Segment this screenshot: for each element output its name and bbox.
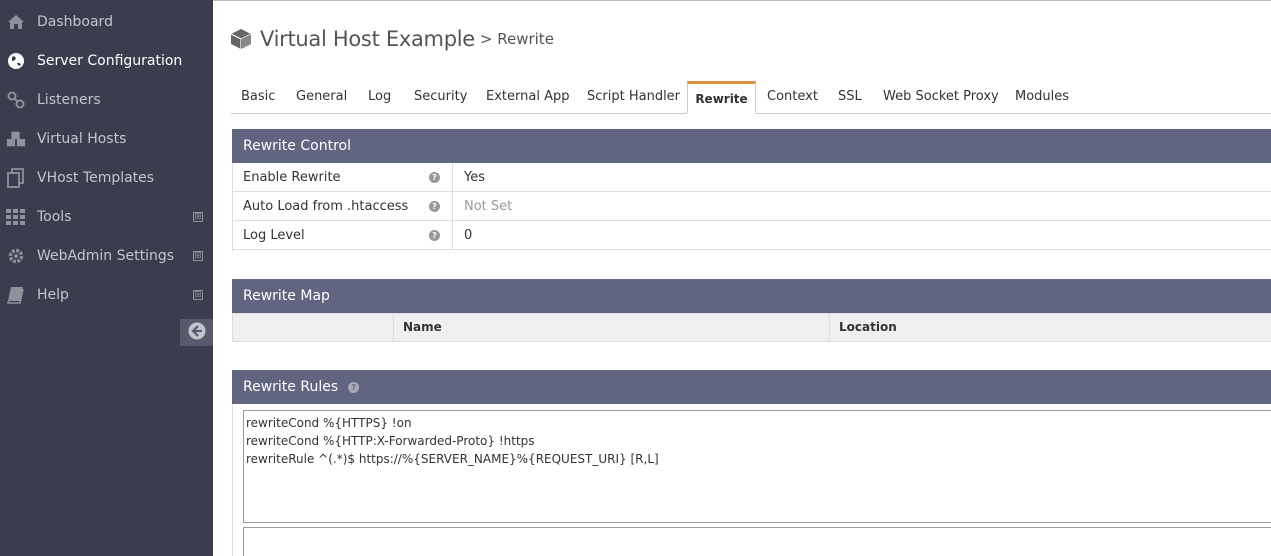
cube-icon (230, 28, 252, 50)
setting-label: Enable Rewrite (243, 170, 341, 185)
breadcrumb: > Rewrite (479, 30, 554, 48)
sidebar-item-dashboard[interactable]: Dashboard (0, 2, 213, 41)
help-icon[interactable]: ? (429, 230, 440, 241)
expand-icon[interactable]: ⊞ (193, 211, 203, 222)
sidebar-item-label: Virtual Hosts (37, 130, 127, 147)
column-header-name: Name (403, 320, 442, 334)
sidebar-item-label: Help (37, 286, 69, 303)
rewrite-rules-textarea[interactable]: rewriteCond %{HTTPS} !on rewriteCond %{H… (243, 410, 1271, 523)
tab-script-handler[interactable]: Script Handler (587, 81, 680, 113)
panel-title: Rewrite Map (243, 288, 330, 304)
cubes-icon (6, 129, 26, 149)
tab-context[interactable]: Context (767, 81, 818, 113)
tab-log[interactable]: Log (368, 81, 391, 113)
sidebar-item-server-configuration[interactable]: Server Configuration (0, 41, 213, 80)
help-icon[interactable]: ? (429, 172, 440, 183)
sidebar: Dashboard Server Configuration Listeners… (0, 0, 213, 556)
sidebar-item-label: Tools (37, 208, 72, 225)
tab-bar: Basic General Log Security External App … (231, 81, 1271, 114)
tab-general[interactable]: General (296, 81, 347, 113)
help-icon[interactable]: ? (348, 381, 360, 393)
top-border (213, 0, 1271, 1)
setting-row-enable-rewrite: Enable Rewrite ? Yes (233, 163, 1271, 192)
sidebar-collapse-button[interactable] (180, 319, 213, 346)
sidebar-item-vhost-templates[interactable]: VHost Templates (0, 158, 213, 197)
globe-icon (6, 51, 26, 71)
setting-label: Auto Load from .htaccess (243, 199, 409, 214)
copy-icon (6, 167, 26, 188)
sidebar-item-label: Server Configuration (37, 52, 183, 69)
sidebar-item-tools[interactable]: Tools ⊞ (0, 197, 213, 236)
rewrite-control-body: Enable Rewrite ? Yes Auto Load from .hta… (232, 163, 1271, 251)
rewrite-map-table-header: Name Location (232, 313, 1271, 342)
rewrite-control-header: Rewrite Control (232, 129, 1271, 163)
tab-external-app[interactable]: External App (486, 81, 569, 113)
expand-icon[interactable]: ⊞ (193, 289, 203, 300)
setting-label: Log Level (243, 228, 305, 243)
tab-modules[interactable]: Modules (1015, 81, 1069, 113)
book-icon (6, 285, 26, 305)
expand-icon[interactable]: ⊞ (193, 250, 203, 261)
panel-title: Rewrite Control (243, 138, 351, 154)
link-icon (6, 90, 26, 110)
page-title: Virtual Host Example > Rewrite (230, 24, 554, 54)
arrow-circle-left-icon (188, 322, 206, 344)
sidebar-item-webadmin-settings[interactable]: WebAdmin Settings ⊞ (0, 236, 213, 275)
sidebar-item-listeners[interactable]: Listeners (0, 80, 213, 119)
sidebar-item-virtual-hosts[interactable]: Virtual Hosts (0, 119, 213, 158)
column-header-location: Location (839, 320, 897, 334)
sidebar-item-label: VHost Templates (37, 169, 155, 186)
column-divider (452, 221, 453, 250)
rewrite-map-header: Rewrite Map (232, 279, 1271, 313)
tab-security[interactable]: Security (414, 81, 467, 113)
tab-basic[interactable]: Basic (241, 81, 275, 113)
sidebar-item-label: WebAdmin Settings (37, 247, 175, 264)
home-icon (6, 12, 26, 32)
rewrite-rules-secondary-box[interactable] (243, 527, 1271, 556)
gear-icon (6, 246, 26, 266)
tab-web-socket-proxy[interactable]: Web Socket Proxy (883, 81, 999, 113)
column-divider (829, 314, 830, 341)
sidebar-item-label: Listeners (37, 91, 101, 108)
column-divider (452, 163, 453, 192)
setting-value: Yes (464, 170, 485, 185)
setting-row-log-level: Log Level ? 0 (233, 221, 1271, 250)
tab-ssl[interactable]: SSL (838, 81, 862, 113)
setting-value: Not Set (464, 199, 513, 214)
tab-rewrite[interactable]: Rewrite (687, 81, 756, 114)
panel-title: Rewrite Rules (243, 379, 339, 395)
page-title-text: Virtual Host Example (260, 27, 475, 51)
column-divider (393, 314, 394, 341)
sidebar-item-label: Dashboard (37, 13, 113, 30)
setting-value: 0 (464, 228, 473, 243)
help-icon[interactable]: ? (429, 201, 440, 212)
column-divider (452, 192, 453, 221)
grid-icon (6, 207, 26, 227)
rewrite-rules-header: Rewrite Rules ? (232, 370, 1271, 404)
sidebar-item-help[interactable]: Help ⊞ (0, 275, 213, 314)
setting-row-auto-load-htaccess: Auto Load from .htaccess ? Not Set (233, 192, 1271, 221)
